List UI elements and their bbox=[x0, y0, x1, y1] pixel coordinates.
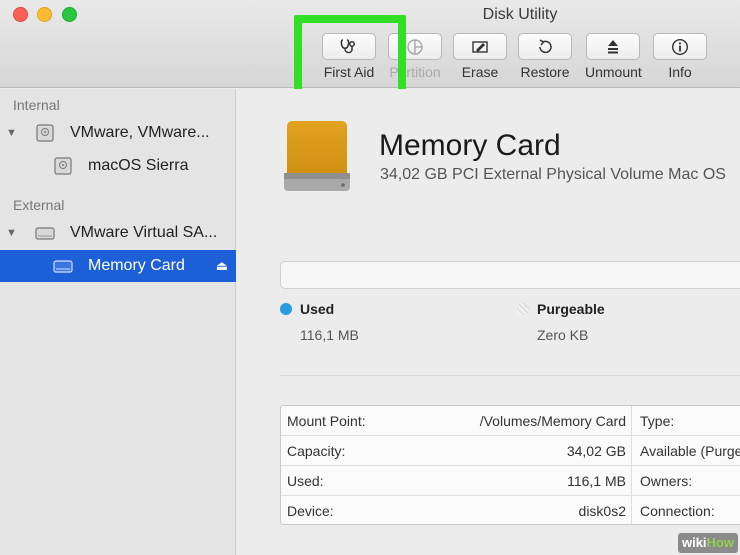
info-value: 34,02 GB bbox=[566, 443, 626, 459]
sidebar: Internal ▼ VMware, VMware... macOS Sierr… bbox=[0, 89, 236, 555]
sidebar-item-macos-sierra[interactable]: macOS Sierra bbox=[0, 150, 236, 182]
divider bbox=[280, 375, 740, 376]
purgeable-legend-label: Purgeable bbox=[537, 301, 605, 317]
partition-icon bbox=[407, 38, 423, 55]
info-key: Mount Point: bbox=[287, 413, 366, 429]
usage-bar bbox=[280, 261, 740, 289]
memory-card-large-icon bbox=[284, 121, 350, 191]
sidebar-section-internal: Internal bbox=[13, 97, 60, 113]
minimize-window-button[interactable] bbox=[37, 7, 52, 22]
restore-icon bbox=[539, 38, 552, 53]
eject-icon[interactable]: ⏏ bbox=[216, 258, 228, 274]
window-title: Disk Utility bbox=[482, 6, 558, 23]
unmount-icon bbox=[608, 39, 618, 53]
info-key-secondary: Owners: bbox=[640, 473, 693, 489]
sidebar-item-memory-card[interactable]: Memory Card ⏏ bbox=[0, 250, 236, 282]
info-key: Device: bbox=[287, 503, 334, 519]
used-legend-dot bbox=[280, 303, 292, 315]
sidebar-item-label: VMware, VMware... bbox=[70, 124, 210, 141]
sidebar-section-external: External bbox=[13, 197, 65, 213]
memory-card-volume-icon bbox=[53, 260, 73, 273]
info-key-secondary: Connection: bbox=[640, 503, 715, 519]
unmount-button[interactable]: Unmount bbox=[585, 33, 642, 80]
info-table: Mount Point: /Volumes/Memory Card Type: … bbox=[280, 405, 740, 526]
disclosure-triangle-icon[interactable]: ▼ bbox=[6, 227, 17, 239]
used-legend-label: Used bbox=[300, 301, 335, 317]
erase-button[interactable]: Erase bbox=[452, 33, 508, 80]
erase-button-face bbox=[453, 33, 507, 60]
sidebar-item-label: Memory Card bbox=[88, 257, 185, 274]
watermark-part2: How bbox=[706, 535, 734, 550]
info-row-mount-point: Mount Point: /Volumes/Memory Card Type: bbox=[281, 406, 740, 436]
info-button-face bbox=[653, 33, 707, 60]
sidebar-item-label: VMware Virtual SA... bbox=[70, 224, 218, 241]
wikihow-watermark: wikiHow bbox=[677, 533, 738, 553]
main-panel: Memory Card 34,02 GB PCI External Physic… bbox=[237, 89, 740, 555]
sidebar-item-vmware-virtual[interactable]: ▼ VMware Virtual SA... bbox=[0, 217, 236, 249]
restore-button[interactable]: Restore bbox=[517, 33, 573, 80]
info-value: 116,1 MB bbox=[567, 473, 626, 489]
zoom-window-button[interactable] bbox=[62, 7, 77, 22]
purgeable-legend-value: Zero KB bbox=[537, 327, 589, 343]
info-value: disk0s2 bbox=[578, 503, 626, 519]
info-row-device: Device: disk0s2 Connection: bbox=[281, 496, 740, 526]
disclosure-triangle-icon[interactable]: ▼ bbox=[6, 127, 17, 139]
info-button[interactable]: Info bbox=[652, 33, 708, 80]
hard-drive-icon bbox=[36, 124, 54, 142]
info-key: Capacity: bbox=[287, 443, 346, 459]
restore-label: Restore bbox=[520, 64, 570, 80]
external-drive-icon bbox=[35, 227, 55, 240]
restore-button-face bbox=[518, 33, 572, 60]
info-row-capacity: Capacity: 34,02 GB Available (Purge bbox=[281, 436, 740, 466]
info-key-secondary: Type: bbox=[640, 413, 675, 429]
sidebar-item-label: macOS Sierra bbox=[88, 157, 189, 174]
unmount-label: Unmount bbox=[585, 64, 642, 80]
used-legend-value: 116,1 MB bbox=[300, 327, 359, 343]
erase-label: Erase bbox=[461, 64, 499, 80]
info-icon bbox=[671, 38, 689, 55]
info-value: /Volumes/Memory Card bbox=[479, 413, 626, 429]
purgeable-legend-dot bbox=[517, 303, 529, 315]
disk-subtitle: 34,02 GB PCI External Physical Volume Ma… bbox=[380, 166, 726, 183]
close-window-button[interactable] bbox=[13, 7, 28, 22]
info-key-secondary: Available (Purge bbox=[640, 443, 740, 459]
info-key: Used: bbox=[287, 473, 324, 489]
disk-title: Memory Card bbox=[379, 129, 561, 162]
info-label: Info bbox=[668, 64, 692, 80]
disk-utility-window: Disk Utility First Aid Partition Erase R… bbox=[0, 0, 740, 555]
volume-icon bbox=[54, 157, 72, 175]
erase-icon bbox=[472, 40, 488, 53]
sidebar-item-vmware-disk[interactable]: ▼ VMware, VMware... bbox=[0, 117, 236, 149]
info-row-used: Used: 116,1 MB Owners: bbox=[281, 466, 740, 496]
unmount-button-face bbox=[586, 33, 640, 60]
watermark-part1: wiki bbox=[681, 535, 707, 550]
